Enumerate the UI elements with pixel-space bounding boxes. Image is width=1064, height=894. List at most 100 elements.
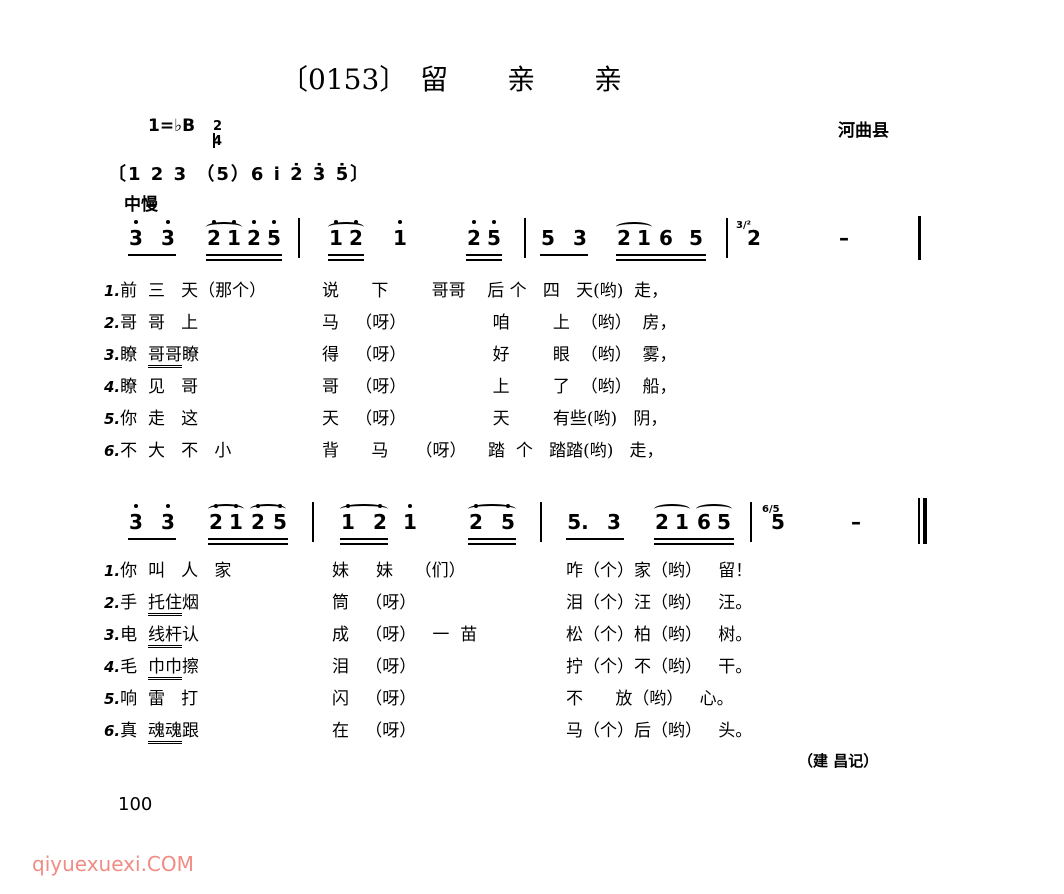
verse-number: 6. (104, 722, 121, 740)
verse-number: 4. (104, 378, 121, 396)
lyric-text: 天 （呀） 天 有些(哟) 阴， (322, 409, 668, 429)
note: 6 (659, 226, 673, 250)
double-underline (616, 254, 706, 261)
double-underline (328, 254, 364, 261)
note: 2 (247, 220, 261, 250)
note: 5 (689, 226, 703, 250)
double-underline (340, 538, 388, 545)
underline (540, 254, 588, 256)
slur (340, 504, 388, 514)
barline (726, 218, 728, 258)
time-top: 2 (212, 118, 223, 134)
lyric-text: 筒 （呀） (332, 593, 417, 613)
tempo-marking: 中慢 (124, 195, 158, 215)
barline (524, 218, 526, 258)
note: 5 (771, 510, 785, 534)
barline (312, 502, 314, 542)
slur (696, 504, 732, 514)
lyric-line: 1.前 三 天（那个） (104, 281, 267, 301)
note: 2 (747, 226, 761, 250)
note: 2 (467, 220, 481, 250)
barline (918, 216, 921, 260)
note: 5. (567, 510, 589, 534)
note: 3 (129, 220, 143, 250)
region-label: 河曲县 (838, 121, 889, 141)
credit-note: （建 昌记） (798, 752, 879, 770)
note-dash: – (851, 510, 861, 534)
lyric-text: 泪（个）汪（哟） 汪。 (566, 593, 753, 613)
final-barline-thick (923, 498, 927, 544)
slur (468, 504, 516, 514)
lyric-text: 拧（个）不（哟） 干。 (566, 657, 753, 677)
lyric-text: 妹 妹 （们） (332, 561, 466, 581)
double-underline (468, 538, 516, 545)
slur (616, 222, 652, 232)
lyric-line: 2.手 托住烟 (104, 588, 199, 616)
lyric-line: 6.不 大 不 小 (104, 441, 232, 461)
song-title: 〔0153〕 留 亲 亲 (280, 58, 622, 98)
double-underline (208, 538, 288, 545)
slur (328, 222, 364, 232)
lyric-line: 6.真 魂魂跟 (104, 716, 199, 744)
verse-number: 3. (104, 626, 121, 644)
title-char-2: 亲 (507, 63, 536, 96)
title-char-3: 亲 (594, 63, 623, 96)
lyric-text: 说 下 哥哥 后 个 四 天(哟) 走， (322, 281, 669, 301)
slur (250, 504, 286, 514)
lyric-line: 4.瞭 见 哥 (104, 377, 199, 397)
lyric-text: 得 （呀） 好 眼 （哟） 雾， (322, 345, 677, 365)
note: 3 (129, 504, 143, 534)
note: 5 (267, 220, 281, 250)
slur (206, 222, 242, 232)
verse-number: 6. (104, 442, 121, 460)
song-number: 〔0153〕 (280, 63, 408, 96)
underline (566, 538, 624, 540)
verse-number: 1. (104, 562, 121, 580)
lyric-text: 哥 （呀） 上 了 （哟） 船， (322, 377, 677, 397)
lyric-line: 5.响 雷 打 (104, 689, 199, 709)
note: 3 (607, 510, 621, 534)
double-underline (466, 254, 502, 261)
note: 3 (161, 220, 175, 250)
note: 5 (541, 226, 555, 250)
note: 1 (393, 220, 407, 250)
verse-number: 5. (104, 410, 121, 428)
lyric-line: 2.哥 哥 上 (104, 313, 199, 333)
lyric-line: 4.毛 巾巾擦 (104, 652, 199, 680)
double-underline (654, 538, 734, 545)
note-dash: – (839, 226, 849, 250)
lyric-line: 3.瞭 哥哥瞭 (104, 340, 199, 368)
underline (128, 538, 176, 540)
lyric-text: 成 （呀） 一 苗 (332, 625, 478, 645)
lyric-line: 5.你 走 这 (104, 409, 199, 429)
verse-number: 3. (104, 346, 121, 364)
time-bottom: 4 (212, 132, 223, 149)
lyric-line: 1.你 叫 人 家 (104, 561, 232, 581)
final-barline-thin (918, 498, 920, 544)
verse-number: 2. (104, 594, 121, 612)
lyric-text: 咋（个）家（哟） 留！ (566, 561, 753, 581)
lyric-text: 马 （呀） 咱 上 （哟） 房， (322, 313, 677, 333)
note: 3 (573, 226, 587, 250)
time-signature: 2 4 (212, 118, 223, 148)
key-signature: 1=♭B 2 4 (148, 116, 223, 148)
key-label: 1=♭B (148, 116, 196, 136)
lyric-text: 背 马 （呀） 踏 个 踏踏(哟) 走， (322, 441, 664, 461)
note: 3 (161, 504, 175, 534)
barline (298, 218, 300, 258)
watermark: qiyuexuexi.COM (32, 852, 194, 876)
verse-number: 1. (104, 282, 121, 300)
verse-number: 2. (104, 314, 121, 332)
barline (750, 502, 752, 542)
title-char-1: 留 (420, 63, 449, 96)
lyric-text: 闪 （呀） (332, 689, 417, 709)
lyric-text: 不 放（哟） 心。 (566, 689, 734, 709)
intro-notation: 〔1 2 3 （5）6 i̇ 2̇ 3̇ 5̇〕 (108, 164, 371, 185)
notation-system-2: 3 3 2 1 2 5 1 2 1 2 5 5. 3 2 1 6 5 6/5 5… (0, 498, 1064, 550)
slur (208, 504, 244, 514)
verse-number: 5. (104, 690, 121, 708)
slur (654, 504, 690, 514)
barline (540, 502, 542, 542)
verse-number: 4. (104, 658, 121, 676)
lyric-line: 3.电 线杆认 (104, 620, 199, 648)
